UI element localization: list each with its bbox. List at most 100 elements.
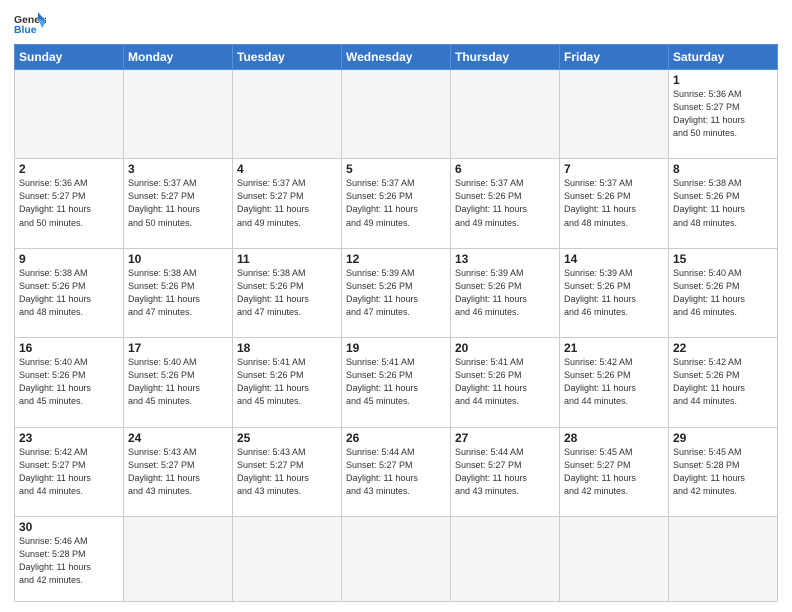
calendar-cell: 4Sunrise: 5:37 AM Sunset: 5:27 PM Daylig… <box>233 159 342 248</box>
day-number: 7 <box>564 162 664 176</box>
calendar-cell: 20Sunrise: 5:41 AM Sunset: 5:26 PM Dayli… <box>451 338 560 427</box>
calendar-cell <box>342 516 451 601</box>
calendar-cell: 8Sunrise: 5:38 AM Sunset: 5:26 PM Daylig… <box>669 159 778 248</box>
day-number: 4 <box>237 162 337 176</box>
calendar-cell: 5Sunrise: 5:37 AM Sunset: 5:26 PM Daylig… <box>342 159 451 248</box>
weekday-monday: Monday <box>124 45 233 70</box>
calendar-cell: 18Sunrise: 5:41 AM Sunset: 5:26 PM Dayli… <box>233 338 342 427</box>
day-info: Sunrise: 5:43 AM Sunset: 5:27 PM Dayligh… <box>128 446 228 498</box>
day-info: Sunrise: 5:41 AM Sunset: 5:26 PM Dayligh… <box>455 356 555 408</box>
calendar-cell <box>451 70 560 159</box>
calendar-cell: 19Sunrise: 5:41 AM Sunset: 5:26 PM Dayli… <box>342 338 451 427</box>
day-number: 8 <box>673 162 773 176</box>
calendar-cell <box>233 70 342 159</box>
day-info: Sunrise: 5:36 AM Sunset: 5:27 PM Dayligh… <box>19 177 119 229</box>
calendar-cell: 22Sunrise: 5:42 AM Sunset: 5:26 PM Dayli… <box>669 338 778 427</box>
calendar-cell: 26Sunrise: 5:44 AM Sunset: 5:27 PM Dayli… <box>342 427 451 516</box>
calendar-cell: 16Sunrise: 5:40 AM Sunset: 5:26 PM Dayli… <box>15 338 124 427</box>
calendar-cell <box>233 516 342 601</box>
day-info: Sunrise: 5:37 AM Sunset: 5:27 PM Dayligh… <box>237 177 337 229</box>
calendar-cell <box>451 516 560 601</box>
calendar-cell: 14Sunrise: 5:39 AM Sunset: 5:26 PM Dayli… <box>560 248 669 337</box>
day-info: Sunrise: 5:41 AM Sunset: 5:26 PM Dayligh… <box>237 356 337 408</box>
day-number: 29 <box>673 431 773 445</box>
calendar-cell <box>560 516 669 601</box>
weekday-wednesday: Wednesday <box>342 45 451 70</box>
day-info: Sunrise: 5:37 AM Sunset: 5:26 PM Dayligh… <box>455 177 555 229</box>
day-number: 15 <box>673 252 773 266</box>
calendar-cell: 15Sunrise: 5:40 AM Sunset: 5:26 PM Dayli… <box>669 248 778 337</box>
calendar-cell: 3Sunrise: 5:37 AM Sunset: 5:27 PM Daylig… <box>124 159 233 248</box>
day-number: 25 <box>237 431 337 445</box>
day-number: 6 <box>455 162 555 176</box>
day-info: Sunrise: 5:36 AM Sunset: 5:27 PM Dayligh… <box>673 88 773 140</box>
day-number: 10 <box>128 252 228 266</box>
calendar-cell: 28Sunrise: 5:45 AM Sunset: 5:27 PM Dayli… <box>560 427 669 516</box>
calendar-cell: 27Sunrise: 5:44 AM Sunset: 5:27 PM Dayli… <box>451 427 560 516</box>
day-number: 19 <box>346 341 446 355</box>
calendar-cell: 21Sunrise: 5:42 AM Sunset: 5:26 PM Dayli… <box>560 338 669 427</box>
calendar-cell <box>124 516 233 601</box>
day-number: 26 <box>346 431 446 445</box>
svg-text:Blue: Blue <box>14 25 37 36</box>
calendar-cell: 9Sunrise: 5:38 AM Sunset: 5:26 PM Daylig… <box>15 248 124 337</box>
weekday-thursday: Thursday <box>451 45 560 70</box>
day-number: 3 <box>128 162 228 176</box>
day-info: Sunrise: 5:39 AM Sunset: 5:26 PM Dayligh… <box>346 267 446 319</box>
day-info: Sunrise: 5:42 AM Sunset: 5:27 PM Dayligh… <box>19 446 119 498</box>
calendar-cell: 23Sunrise: 5:42 AM Sunset: 5:27 PM Dayli… <box>15 427 124 516</box>
day-number: 18 <box>237 341 337 355</box>
calendar-cell: 25Sunrise: 5:43 AM Sunset: 5:27 PM Dayli… <box>233 427 342 516</box>
calendar-cell: 11Sunrise: 5:38 AM Sunset: 5:26 PM Dayli… <box>233 248 342 337</box>
page: General Blue SundayMondayTuesdayWednesda… <box>0 0 792 612</box>
day-info: Sunrise: 5:37 AM Sunset: 5:27 PM Dayligh… <box>128 177 228 229</box>
calendar-cell: 12Sunrise: 5:39 AM Sunset: 5:26 PM Dayli… <box>342 248 451 337</box>
day-number: 14 <box>564 252 664 266</box>
calendar-cell: 1Sunrise: 5:36 AM Sunset: 5:27 PM Daylig… <box>669 70 778 159</box>
calendar-cell: 29Sunrise: 5:45 AM Sunset: 5:28 PM Dayli… <box>669 427 778 516</box>
day-info: Sunrise: 5:37 AM Sunset: 5:26 PM Dayligh… <box>564 177 664 229</box>
calendar-row-0: 1Sunrise: 5:36 AM Sunset: 5:27 PM Daylig… <box>15 70 778 159</box>
calendar-cell <box>15 70 124 159</box>
day-info: Sunrise: 5:40 AM Sunset: 5:26 PM Dayligh… <box>673 267 773 319</box>
calendar-cell <box>669 516 778 601</box>
day-number: 11 <box>237 252 337 266</box>
day-number: 22 <box>673 341 773 355</box>
header: General Blue <box>14 10 778 38</box>
day-number: 2 <box>19 162 119 176</box>
day-info: Sunrise: 5:38 AM Sunset: 5:26 PM Dayligh… <box>673 177 773 229</box>
day-number: 27 <box>455 431 555 445</box>
weekday-friday: Friday <box>560 45 669 70</box>
day-info: Sunrise: 5:42 AM Sunset: 5:26 PM Dayligh… <box>564 356 664 408</box>
calendar-cell: 2Sunrise: 5:36 AM Sunset: 5:27 PM Daylig… <box>15 159 124 248</box>
calendar-cell: 6Sunrise: 5:37 AM Sunset: 5:26 PM Daylig… <box>451 159 560 248</box>
day-info: Sunrise: 5:40 AM Sunset: 5:26 PM Dayligh… <box>19 356 119 408</box>
day-info: Sunrise: 5:38 AM Sunset: 5:26 PM Dayligh… <box>237 267 337 319</box>
day-number: 21 <box>564 341 664 355</box>
calendar-cell: 10Sunrise: 5:38 AM Sunset: 5:26 PM Dayli… <box>124 248 233 337</box>
calendar-cell <box>124 70 233 159</box>
day-number: 24 <box>128 431 228 445</box>
calendar-cell <box>342 70 451 159</box>
calendar-table: SundayMondayTuesdayWednesdayThursdayFrid… <box>14 44 778 602</box>
calendar-cell: 24Sunrise: 5:43 AM Sunset: 5:27 PM Dayli… <box>124 427 233 516</box>
day-number: 17 <box>128 341 228 355</box>
day-info: Sunrise: 5:43 AM Sunset: 5:27 PM Dayligh… <box>237 446 337 498</box>
day-info: Sunrise: 5:45 AM Sunset: 5:28 PM Dayligh… <box>673 446 773 498</box>
day-number: 30 <box>19 520 119 534</box>
day-info: Sunrise: 5:38 AM Sunset: 5:26 PM Dayligh… <box>19 267 119 319</box>
day-info: Sunrise: 5:42 AM Sunset: 5:26 PM Dayligh… <box>673 356 773 408</box>
day-info: Sunrise: 5:46 AM Sunset: 5:28 PM Dayligh… <box>19 535 119 587</box>
day-info: Sunrise: 5:44 AM Sunset: 5:27 PM Dayligh… <box>455 446 555 498</box>
calendar-cell: 7Sunrise: 5:37 AM Sunset: 5:26 PM Daylig… <box>560 159 669 248</box>
day-info: Sunrise: 5:39 AM Sunset: 5:26 PM Dayligh… <box>564 267 664 319</box>
day-number: 13 <box>455 252 555 266</box>
day-info: Sunrise: 5:37 AM Sunset: 5:26 PM Dayligh… <box>346 177 446 229</box>
day-number: 12 <box>346 252 446 266</box>
day-number: 20 <box>455 341 555 355</box>
day-number: 28 <box>564 431 664 445</box>
day-info: Sunrise: 5:39 AM Sunset: 5:26 PM Dayligh… <box>455 267 555 319</box>
weekday-header-row: SundayMondayTuesdayWednesdayThursdayFrid… <box>15 45 778 70</box>
day-info: Sunrise: 5:44 AM Sunset: 5:27 PM Dayligh… <box>346 446 446 498</box>
day-number: 23 <box>19 431 119 445</box>
